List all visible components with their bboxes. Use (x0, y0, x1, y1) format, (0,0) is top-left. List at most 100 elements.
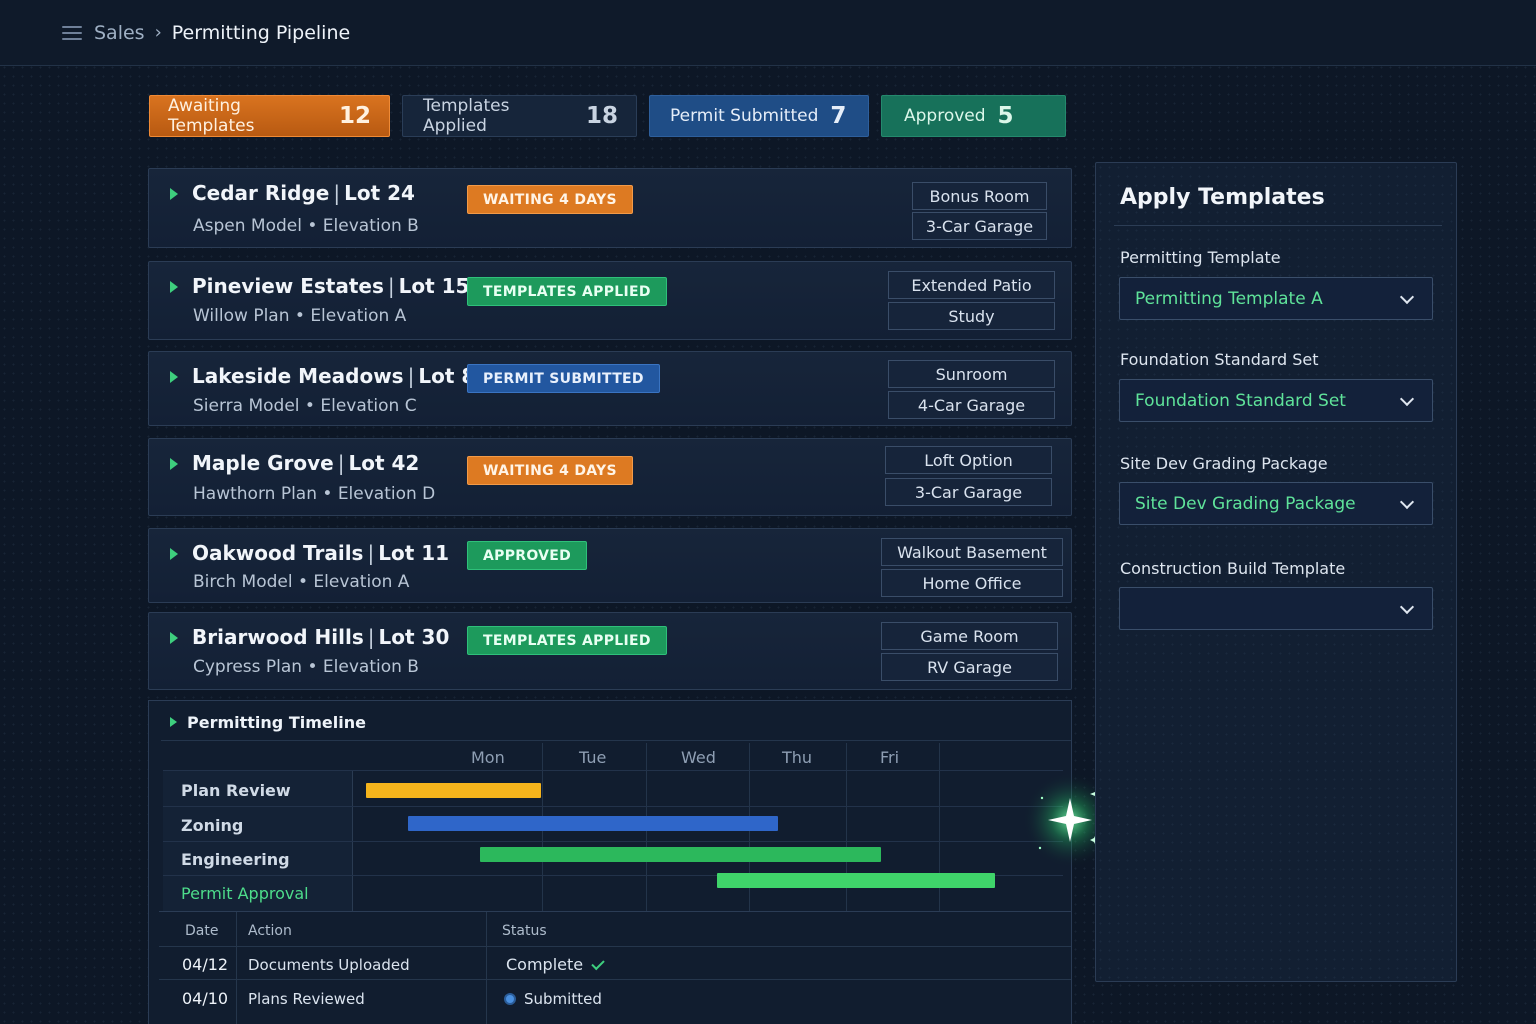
lot-plan: Birch Model • Elevation A (193, 572, 410, 592)
chevron-down-icon (1399, 599, 1415, 615)
lot-card-lakeside-meadows[interactable]: Lakeside Meadows | Lot 8 Sierra Model • El… (148, 351, 1072, 426)
task-label-engineering: Engineering (181, 850, 290, 869)
option-chip[interactable]: Walkout Basement (881, 538, 1063, 566)
option-chip[interactable]: Game Room (881, 622, 1058, 650)
row-status: Complete (506, 955, 605, 974)
lot-card-oakwood-trails[interactable]: Oakwood Trails | Lot 11 Birch Model • Elev… (148, 528, 1072, 603)
lot-card-cedar-ridge[interactable]: Cedar Ridge | Lot 24 Aspen Model • Elevati… (148, 168, 1072, 248)
site-dev-grading-package-select[interactable]: Site Dev Grading Package (1119, 482, 1433, 525)
gantt-bar-permit-approval[interactable] (716, 873, 995, 888)
lot-card-pineview-estates[interactable]: Pineview Estates | Lot 15 Willow Plan • El… (148, 261, 1072, 340)
option-chip[interactable]: Extended Patio (888, 271, 1055, 299)
expand-chevron-icon[interactable] (170, 371, 178, 383)
lot-card-maple-grove[interactable]: Maple Grove | Lot 42 Hawthorn Plan • Eleva… (148, 438, 1072, 516)
chevron-down-icon (1399, 391, 1415, 407)
breadcrumb-sales[interactable]: Sales (94, 22, 145, 44)
select-value: Permitting Template A (1135, 289, 1323, 309)
option-chip[interactable]: Home Office (881, 569, 1063, 597)
status-badge: TEMPLATES APPLIED (467, 626, 667, 655)
gantt-bar-engineering[interactable] (479, 847, 882, 862)
day-label: Wed (681, 748, 716, 767)
tab-label: Permit Submitted (670, 106, 819, 126)
field-label: Construction Build Template (1120, 559, 1346, 578)
tab-templates-applied[interactable]: Templates Applied 18 (402, 95, 637, 137)
divider (1114, 225, 1442, 226)
lot-title: Pineview Estates | Lot 15 (192, 274, 470, 298)
tab-label: Templates Applied (423, 96, 510, 136)
status-badge: WAITING 4 DAYS (467, 185, 633, 214)
column-header-action: Action (248, 923, 292, 939)
row-action: Documents Uploaded (248, 956, 410, 974)
tab-count: 18 (585, 103, 618, 129)
expand-chevron-icon[interactable] (170, 717, 177, 727)
panel-title: Apply Templates (1120, 185, 1325, 210)
lot-plan: Aspen Model • Elevation B (193, 216, 419, 236)
menu-icon[interactable] (62, 25, 82, 40)
row-divider (163, 770, 1063, 771)
checkmark-icon (591, 956, 605, 971)
select-value: Site Dev Grading Package (1135, 494, 1356, 514)
option-chip[interactable]: 3-Car Garage (885, 478, 1052, 506)
lot-plan: Hawthorn Plan • Elevation D (193, 484, 436, 504)
tab-count: 12 (338, 103, 371, 129)
row-status: Submitted (504, 990, 602, 1008)
expand-chevron-icon[interactable] (170, 281, 178, 293)
option-chip[interactable]: RV Garage (881, 653, 1058, 681)
lot-title: Briarwood Hills | Lot 30 (192, 625, 450, 649)
row-action: Plans Reviewed (248, 990, 365, 1008)
tab-approved[interactable]: Approved 5 (881, 95, 1066, 137)
select-value: Foundation Standard Set (1135, 391, 1346, 411)
tab-awaiting-templates[interactable]: Awaiting Templates 12 (149, 95, 390, 137)
row-date: 04/10 (182, 989, 229, 1008)
activity-table: Date Action Status 04/12 Documents Uploa… (159, 911, 1071, 1024)
option-chip[interactable]: 3-Car Garage (912, 212, 1047, 240)
option-chip[interactable]: Sunroom (888, 360, 1055, 388)
status-badge: APPROVED (467, 541, 588, 570)
status-dot-icon (504, 993, 516, 1005)
option-chip[interactable]: Bonus Room (912, 182, 1047, 210)
chevron-right-icon: › (154, 22, 162, 43)
gantt-bar-zoning[interactable] (407, 816, 779, 831)
day-label: Thu (782, 748, 813, 767)
field-label: Site Dev Grading Package (1120, 454, 1328, 473)
expand-chevron-icon[interactable] (170, 458, 178, 470)
gantt-bar-plan-review[interactable] (366, 783, 542, 798)
day-label: Fri (880, 748, 900, 767)
expand-chevron-icon[interactable] (170, 548, 178, 560)
expand-chevron-icon[interactable] (170, 188, 178, 200)
tab-label: Awaiting Templates (168, 96, 255, 136)
expand-chevron-icon[interactable] (170, 632, 178, 644)
col-divider (486, 912, 487, 1024)
status-badge: PERMIT SUBMITTED (467, 364, 660, 393)
lot-plan: Sierra Model • Elevation C (193, 396, 417, 416)
permitting-template-select[interactable]: Permitting Template A (1119, 277, 1433, 320)
option-chip[interactable]: Study (888, 302, 1055, 330)
option-chip[interactable]: Loft Option (885, 446, 1052, 474)
foundation-standard-set-select[interactable]: Foundation Standard Set (1119, 379, 1433, 422)
lot-title: Oakwood Trails | Lot 11 (192, 541, 450, 565)
chevron-down-icon (1399, 289, 1415, 305)
row-date: 04/12 (182, 955, 229, 974)
row-divider (163, 806, 1063, 807)
tab-permit-submitted[interactable]: Permit Submitted 7 (649, 95, 869, 137)
lot-plan: Willow Plan • Elevation A (193, 306, 407, 326)
tab-count: 5 (997, 103, 1014, 129)
lot-card-briarwood-hills[interactable]: Briarwood Hills | Lot 30 Cypress Plan • El… (148, 612, 1072, 690)
permitting-timeline: Permitting Timeline Mon Tue Wed Thu Fri … (148, 700, 1072, 1024)
field-label: Foundation Standard Set (1120, 350, 1319, 369)
timeline-title: Permitting Timeline (187, 713, 366, 732)
top-bar: Sales › Permitting Pipeline (0, 0, 1536, 66)
option-chip[interactable]: 4-Car Garage (888, 391, 1055, 419)
lot-title: Maple Grove | Lot 42 (192, 451, 420, 475)
tab-label: Approved (904, 106, 986, 126)
lot-title: Lakeside Meadows | Lot 8 (192, 364, 476, 388)
column-header-date: Date (185, 923, 219, 939)
day-label: Mon (471, 748, 505, 767)
row-divider (159, 979, 1071, 980)
lot-plan: Cypress Plan • Elevation B (193, 657, 419, 677)
task-label-plan-review: Plan Review (181, 781, 291, 800)
tab-count: 7 (830, 103, 847, 129)
row-divider (163, 841, 1063, 842)
construction-build-template-select[interactable] (1119, 587, 1433, 630)
column-header-status: Status (502, 923, 547, 939)
